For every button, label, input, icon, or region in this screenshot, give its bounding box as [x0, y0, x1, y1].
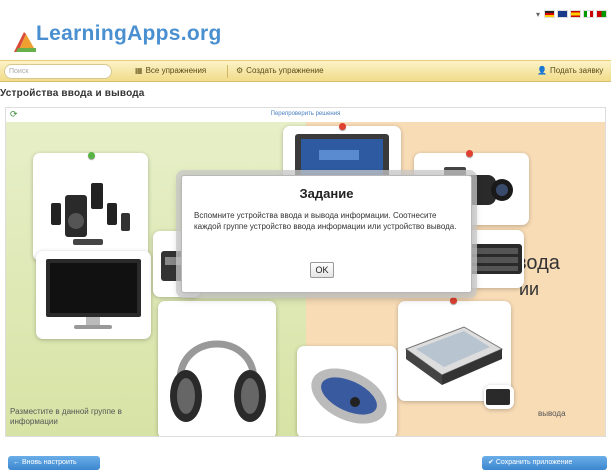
card-monitor[interactable]	[36, 251, 151, 339]
mouse-icon	[311, 368, 387, 424]
dialog-text: Вспомните устройства ввода и вывода инфо…	[194, 211, 457, 231]
nav-create-exercise[interactable]: ⚙ Создать упражнение	[236, 66, 324, 75]
language-selector[interactable]: ▾	[536, 8, 607, 20]
chevron-down-icon[interactable]: ▾	[536, 10, 540, 19]
nav-all-exercises-label: Все упражнения	[145, 66, 207, 75]
flag-de-icon[interactable]	[544, 10, 555, 18]
pin-green-icon	[88, 152, 95, 159]
device-icon	[486, 389, 510, 405]
site-logo-text[interactable]: LearningApps.org	[36, 22, 222, 46]
reset-button-label: Вновь настроить	[21, 459, 77, 466]
headphones-icon	[170, 340, 266, 422]
card-speakers[interactable]	[33, 153, 148, 261]
nav-create-exercise-label: Создать упражнение	[246, 66, 324, 75]
dialog-title: Задание	[299, 186, 354, 201]
logo-icon[interactable]	[12, 28, 38, 54]
monitor-icon	[46, 259, 141, 329]
card-mouse[interactable]	[297, 346, 397, 436]
flag-other-icon[interactable]	[596, 10, 607, 18]
right-zone-label: вывода	[538, 409, 566, 418]
nav-all-exercises[interactable]: ▦ Все упражнения	[135, 66, 206, 75]
user-icon: 👤	[537, 66, 547, 75]
left-zone-label: Разместите в данной группе в информации	[10, 407, 122, 426]
save-app-button[interactable]: ✔ Сохранить приложение	[482, 456, 607, 470]
site-header: LearningApps.org ▾	[0, 0, 611, 58]
arrow-left-icon: ←	[13, 459, 20, 466]
app-toolbar: ⟳ Перепроверить решения	[6, 108, 605, 122]
learningapps-page: LearningApps.org ▾ Поиск ▦ Все упражнения…	[0, 0, 611, 474]
card-partial-device[interactable]	[484, 385, 514, 409]
main-navbar: Поиск ▦ Все упражнения ⚙ Создать упражнени…	[0, 60, 611, 82]
task-dialog: Задание Вспомните устройства ввода и выв…	[181, 175, 472, 293]
card-headphones[interactable]	[158, 301, 276, 436]
settings-icon: ⚙	[236, 66, 244, 75]
flag-gb-icon[interactable]	[557, 10, 568, 18]
grid-icon: ▦	[135, 66, 143, 75]
pin-red-icon	[466, 150, 473, 157]
recheck-solutions-link[interactable]: Перепроверить решения	[6, 111, 605, 117]
nav-submit-request[interactable]: 👤 Подать заявку	[537, 66, 603, 75]
flag-es-icon[interactable]	[570, 10, 581, 18]
ok-button[interactable]: OK	[310, 262, 334, 278]
flag-it-icon[interactable]	[583, 10, 594, 18]
reset-button[interactable]: ← Вновь настроить	[8, 456, 100, 470]
pin-red-icon	[339, 123, 346, 130]
save-app-button-label: Сохранить приложение	[495, 459, 573, 466]
nav-submit-request-label: Подать заявку	[549, 66, 604, 75]
page-title: Устройства ввода и вывода	[0, 88, 145, 99]
search-input[interactable]: Поиск	[4, 64, 112, 79]
pin-red-icon	[450, 297, 457, 304]
checkmark-icon: ✔	[488, 459, 494, 466]
nav-divider	[227, 65, 228, 78]
speakers-icon	[51, 183, 130, 245]
